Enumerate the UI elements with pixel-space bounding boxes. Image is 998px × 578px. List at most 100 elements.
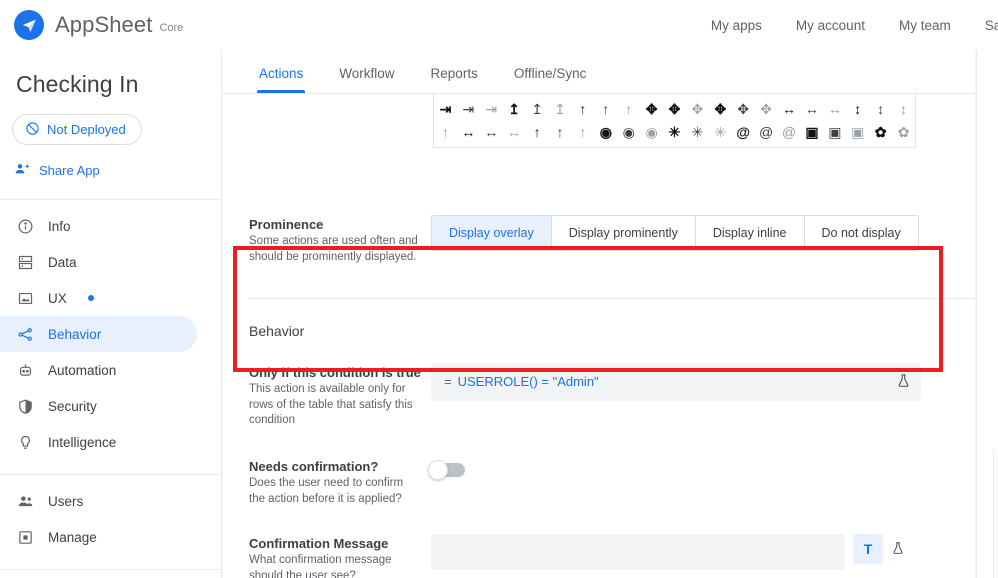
share-app-button[interactable]: Share App	[14, 156, 106, 185]
sidebar-item-ux[interactable]: UX	[0, 280, 197, 316]
icon-cell-arrow-up-bar[interactable]: ↥	[503, 97, 526, 120]
icon-cell-square[interactable]: ▣	[823, 120, 846, 143]
icon-cell-arrows-horizontal[interactable]: ↔	[503, 120, 526, 143]
prominence-option-display-overlay[interactable]: Display overlay	[432, 216, 552, 250]
icon-cell-at-sign[interactable]: @	[755, 120, 778, 143]
sidebar-item-label: Intelligence	[48, 434, 117, 450]
sidebar-item-security[interactable]: Security	[0, 388, 197, 424]
icon-cell-tab-right[interactable]: ⇥	[480, 97, 503, 120]
prominence-label-block: Prominence Some actions are used often a…	[249, 215, 431, 266]
topnav-my-account[interactable]: My account	[796, 18, 865, 33]
icon-cell-arrows-vertical[interactable]: ↕	[869, 97, 892, 120]
prominence-option-display-inline[interactable]: Display inline	[695, 216, 805, 250]
brand-logo-area[interactable]: AppSheet Core	[0, 10, 183, 40]
confirmation-message-mode-buttons: T	[853, 534, 913, 565]
brand-tier: Core	[159, 22, 184, 34]
icon-picker-grid[interactable]: ↑ ↑ ▬ ▬ ▬ ▬ ▬ ▬ ▬ ▬ ▬ ▬ ▬ ▬ ▬ ▬ ·	[433, 94, 916, 148]
lightbulb-icon	[16, 433, 34, 451]
icon-cell-arrow-up[interactable]: ↑	[571, 120, 594, 143]
condition-formula-input[interactable]: = USERROLE() = "Admin"	[431, 362, 921, 401]
not-deployed-icon	[25, 121, 40, 139]
sidebar: Checking In Not Deployed Share App Info …	[0, 50, 222, 578]
icon-cell-arrow-up[interactable]: ↑	[617, 97, 640, 120]
sidebar-item-info[interactable]: Info	[0, 208, 197, 244]
icon-cell-tab-right[interactable]: ⇥	[457, 97, 480, 120]
prominence-title: Prominence	[249, 217, 324, 232]
sidebar-item-intelligence[interactable]: Intelligence	[0, 424, 197, 460]
icon-cell-arrow-up[interactable]: ↑	[594, 97, 617, 120]
icon-cell-move[interactable]: ✥	[663, 97, 686, 120]
sidebar-item-automation[interactable]: Automation	[0, 352, 197, 388]
icon-cell-asterisk[interactable]: ✳	[686, 120, 709, 143]
text-mode-button[interactable]: T	[853, 534, 883, 565]
icon-cell-asterisk[interactable]: ✳	[709, 120, 732, 143]
icon-cell-arrows-horizontal[interactable]: ↔	[801, 97, 824, 120]
icon-cell-arrows-horizontal[interactable]: ↔	[480, 120, 503, 143]
sidebar-item-label: Behavior	[48, 326, 102, 342]
shield-icon	[16, 397, 34, 415]
tab-actions[interactable]: Actions	[241, 66, 321, 93]
icon-cell-square[interactable]: ▣	[846, 120, 869, 143]
icon-cell-at-sign[interactable]: @	[732, 120, 755, 143]
confirmation-message-input[interactable]	[431, 534, 845, 571]
formula-mode-button[interactable]	[883, 534, 913, 564]
icon-cell-move[interactable]: ✥	[755, 97, 778, 120]
sidebar-item-label: Info	[48, 218, 71, 234]
icon-cell-arrow-up-bar[interactable]: ↥	[526, 97, 549, 120]
icon-cell-move[interactable]: ✥	[640, 97, 663, 120]
condition-row: Only if this condition is true This acti…	[222, 362, 975, 430]
icon-cell-arrows-vertical[interactable]: ↕	[846, 97, 869, 120]
icon-cell-tab-right[interactable]: ⇥	[434, 97, 457, 120]
needs-confirmation-row: Needs confirmation? Does the user need t…	[222, 457, 975, 508]
icon-cell-arrows-horizontal[interactable]: ↔	[823, 97, 846, 120]
sidebar-item-label: Automation	[48, 362, 117, 378]
sidebar-item-manage[interactable]: Manage	[0, 519, 197, 555]
sidebar-item-data[interactable]: Data	[0, 244, 197, 280]
gutter-border	[976, 50, 977, 578]
topnav-my-apps[interactable]: My apps	[711, 18, 762, 33]
icon-cell-spiral[interactable]: ◉	[640, 120, 663, 143]
icon-cell-square[interactable]: ▣	[801, 120, 824, 143]
needs-confirmation-toggle[interactable]	[428, 460, 465, 481]
icon-cell-flower[interactable]: ✿	[869, 120, 892, 143]
share-app-label: Share App	[39, 163, 100, 178]
info-icon	[16, 217, 34, 235]
deployment-status-badge[interactable]: Not Deployed	[12, 114, 142, 145]
sidebar-item-users[interactable]: Users	[0, 483, 197, 519]
share-nodes-icon	[16, 325, 34, 343]
icon-cell-at-sign[interactable]: @	[778, 120, 801, 143]
icon-cell-arrow-up[interactable]: ↑	[526, 120, 549, 143]
icon-picker-row: ⇥ ⇥ ⇥ ↥ ↥ ↥ ↑ ↑ ↑ ✥ ✥ ✥ ✥ ✥ ✥ ↔ ↔ ↔ ↕ ↕ …	[434, 97, 915, 120]
sidebar-item-label: Users	[48, 493, 84, 509]
icon-cell-arrows-horizontal[interactable]: ↔	[778, 97, 801, 120]
topnav-my-team[interactable]: My team	[899, 18, 951, 33]
icon-cell-move[interactable]: ✥	[709, 97, 732, 120]
icon-cell-spiral[interactable]: ◉	[617, 120, 640, 143]
icon-cell-arrow-up[interactable]: ↑	[549, 120, 572, 143]
confirmation-message-label-block: Confirmation Message What confirmation m…	[249, 534, 431, 578]
icon-cell-asterisk[interactable]: ✳	[663, 120, 686, 143]
sidebar-item-behavior[interactable]: Behavior	[0, 316, 197, 352]
tab-reports[interactable]: Reports	[413, 66, 496, 93]
icon-cell-move[interactable]: ✥	[686, 97, 709, 120]
icon-cell-arrow-up[interactable]: ↑	[434, 120, 457, 143]
tab-offline-sync[interactable]: Offline/Sync	[496, 66, 605, 93]
sidebar-item-label: Data	[48, 254, 77, 270]
icon-cell-arrows-horizontal[interactable]: ↔	[457, 120, 480, 143]
condition-title: Only if this condition is true	[249, 364, 421, 380]
confirmation-message-row: Confirmation Message What confirmation m…	[222, 534, 975, 578]
icon-cell-arrow-up-bar[interactable]: ↥	[549, 97, 572, 120]
prominence-option-display-prominently[interactable]: Display prominently	[551, 216, 696, 250]
icon-cell-move[interactable]: ✥	[732, 97, 755, 120]
prominence-option-do-not-display[interactable]: Do not display	[804, 216, 918, 250]
vertical-scrollbar[interactable]	[993, 450, 994, 578]
icon-cell-spiral[interactable]: ◉	[594, 120, 617, 143]
robot-icon	[16, 361, 34, 379]
topnav-samples[interactable]: Samp	[985, 18, 998, 33]
tab-workflow[interactable]: Workflow	[321, 66, 412, 93]
flask-icon[interactable]	[896, 372, 911, 392]
icon-cell-flower[interactable]: ✿	[892, 120, 915, 143]
icon-cell-arrow-up[interactable]: ↑	[571, 97, 594, 120]
icon-cell-arrows-vertical[interactable]: ↕	[892, 97, 915, 120]
needs-confirmation-description: Does the user need to confirm the action…	[249, 477, 404, 506]
